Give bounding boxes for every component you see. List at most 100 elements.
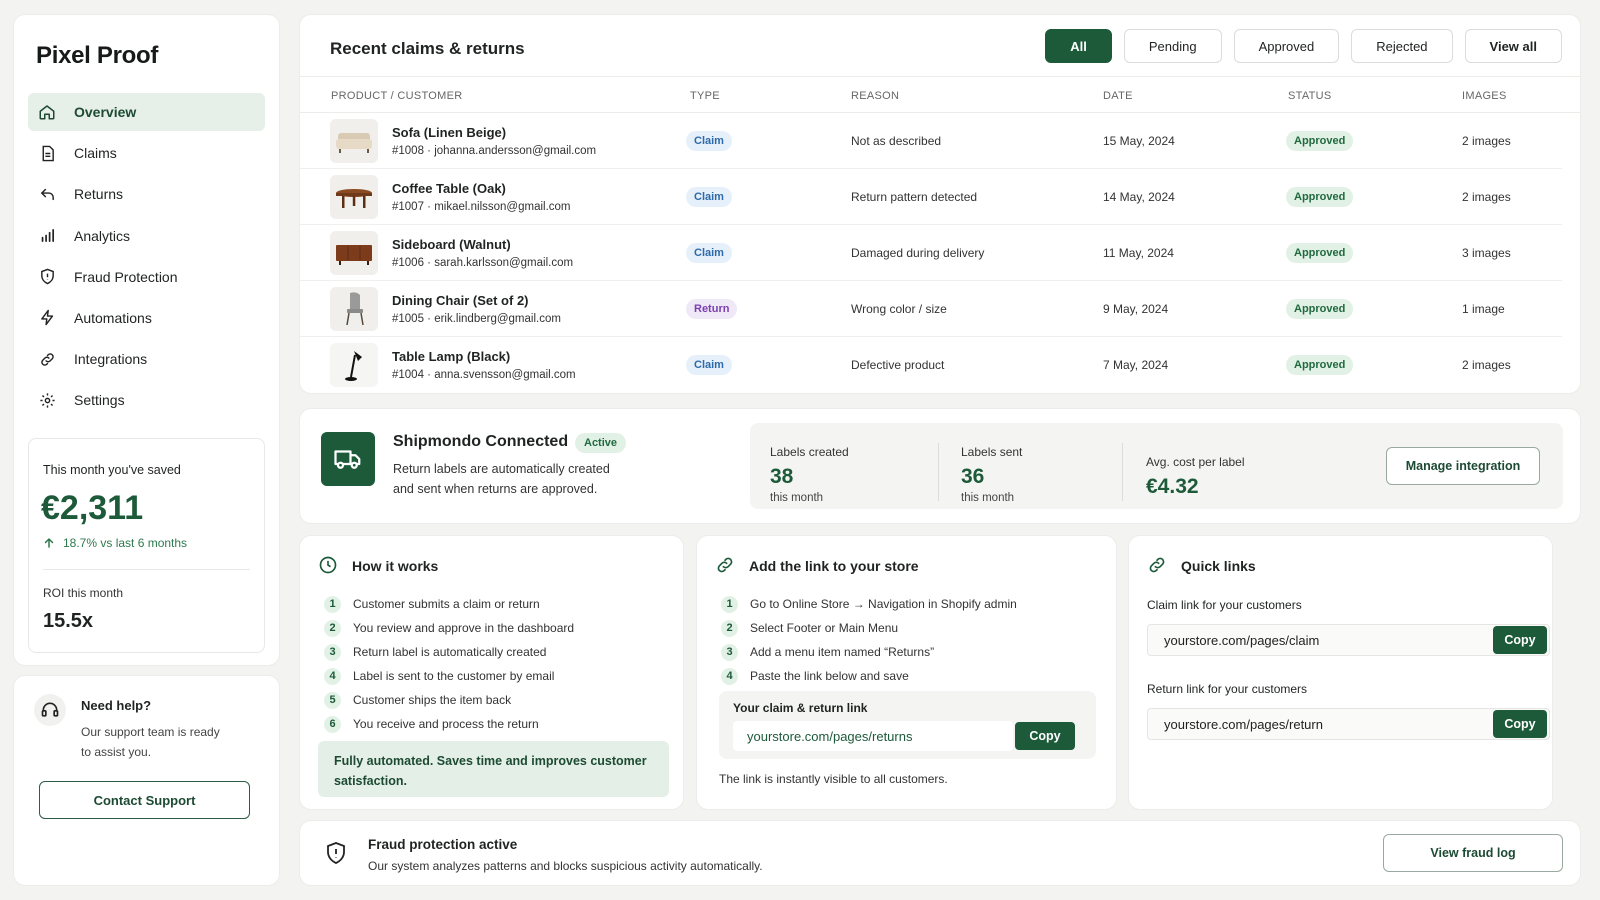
- filter-rejected-button[interactable]: Rejected: [1351, 29, 1453, 63]
- images-cell[interactable]: 2 images: [1462, 190, 1511, 204]
- step-number: 1: [721, 595, 738, 613]
- sidebar-item-claims[interactable]: Claims: [28, 134, 265, 172]
- product-name: Sideboard (Walnut): [392, 237, 511, 252]
- roi-value: 15.5x: [43, 610, 94, 632]
- product-name: Coffee Table (Oak): [392, 181, 506, 196]
- list-item: 6 You receive and process the return: [324, 712, 574, 736]
- table-row[interactable]: Dining Chair (Set of 2) #1005 · erik.lin…: [300, 281, 1562, 337]
- link-icon: [715, 555, 735, 575]
- filter-all-button[interactable]: All: [1045, 29, 1112, 63]
- stat-label: Labels sent: [961, 445, 1023, 459]
- stat-sub: this month: [961, 492, 1015, 504]
- link-icon: [38, 350, 56, 368]
- help-title: Need help?: [81, 698, 152, 713]
- step-number: 6: [324, 715, 341, 733]
- home-icon: [38, 103, 56, 121]
- sidebar-item-integrations[interactable]: Integrations: [28, 340, 265, 378]
- type-badge: Claim: [686, 243, 732, 263]
- table-row[interactable]: Table Lamp (Black) #1004 · anna.svensson…: [300, 337, 1562, 393]
- copy-claim-link-button[interactable]: Copy: [1493, 626, 1547, 654]
- view-fraud-log-button[interactable]: View fraud log: [1383, 834, 1563, 872]
- clock-icon: [318, 555, 338, 575]
- step-text: You receive and process the return: [353, 717, 539, 731]
- step-text: Go to Online Store → Navigation in Shopi…: [750, 597, 1017, 611]
- status-badge: Approved: [1286, 131, 1354, 151]
- step-text: Add a menu item named “Returns”: [750, 645, 935, 659]
- sidebar-item-label: Overview: [74, 104, 137, 120]
- gear-icon: [38, 391, 56, 409]
- contact-support-button[interactable]: Contact Support: [39, 781, 250, 819]
- reason-cell: Return pattern detected: [851, 190, 978, 204]
- date-cell: 15 May, 2024: [1103, 134, 1175, 148]
- product-thumbnail-sofa: [330, 119, 378, 163]
- step-number: 1: [324, 595, 341, 613]
- fraud-title: Fraud protection active: [368, 837, 518, 852]
- product-name: Table Lamp (Black): [392, 349, 511, 364]
- customer-info: #1007 · mikael.nilsson@gmail.com: [392, 201, 571, 213]
- lightning-icon: [38, 309, 56, 327]
- add-link-card: Add the link to your store 1 Go to Online…: [696, 535, 1117, 810]
- add-link-title: Add the link to your store: [749, 558, 919, 574]
- table-row[interactable]: Sofa (Linen Beige) #1008 · johanna.ander…: [300, 113, 1562, 169]
- manage-integration-button[interactable]: Manage integration: [1386, 447, 1540, 485]
- roi-label: ROI this month: [43, 586, 124, 600]
- table-row[interactable]: Coffee Table (Oak) #1007 · mikael.nilsso…: [300, 169, 1562, 225]
- sidebar-item-automations[interactable]: Automations: [28, 299, 265, 337]
- list-item: 2 Select Footer or Main Menu: [721, 616, 1017, 640]
- step-text: Customer ships the item back: [353, 693, 512, 707]
- document-icon: [38, 144, 56, 162]
- column-header-reason: Reason: [851, 90, 900, 102]
- date-cell: 14 May, 2024: [1103, 190, 1175, 204]
- claim-link-label: Claim link for your customers: [1147, 598, 1302, 612]
- return-link-field[interactable]: yourstore.com/pages/return: [1147, 708, 1550, 740]
- sidebar-item-analytics[interactable]: Analytics: [28, 217, 265, 255]
- step-number: 5: [324, 691, 341, 709]
- customer-info: #1006 · sarah.karlsson@gmail.com: [392, 257, 574, 269]
- copy-return-link-button[interactable]: Copy: [1493, 710, 1547, 738]
- list-item: 5 Customer ships the item back: [324, 688, 574, 712]
- claim-link-field[interactable]: yourstore.com/pages/claim: [1147, 624, 1550, 656]
- sidebar-item-returns[interactable]: Returns: [28, 175, 265, 213]
- images-cell[interactable]: 1 image: [1462, 302, 1505, 316]
- reason-cell: Defective product: [851, 358, 945, 372]
- type-badge: Claim: [686, 131, 732, 151]
- filter-approved-button[interactable]: Approved: [1233, 29, 1340, 63]
- product-thumbnail-coffee-table: [330, 175, 378, 219]
- store-link-field[interactable]: yourstore.com/pages/returns: [733, 721, 1013, 751]
- return-arrow-icon: [38, 185, 56, 203]
- how-it-works-title: How it works: [352, 558, 439, 574]
- shipmondo-stats: Labels created 38 this month Labels sent…: [750, 423, 1563, 509]
- date-cell: 9 May, 2024: [1103, 302, 1169, 316]
- images-cell[interactable]: 3 images: [1462, 246, 1511, 260]
- sidebar-item-settings[interactable]: Settings: [28, 381, 265, 419]
- column-header-type: Type: [690, 90, 720, 102]
- store-link-box: Your claim & return link yourstore.com/p…: [719, 691, 1096, 759]
- quick-links-card: Quick links Claim link for your customer…: [1128, 535, 1553, 810]
- link-note: The link is instantly visible to all cus…: [719, 772, 948, 786]
- quick-links-title: Quick links: [1181, 558, 1256, 574]
- sidebar-item-fraud-protection[interactable]: Fraud Protection: [28, 258, 265, 296]
- filter-pending-button[interactable]: Pending: [1123, 29, 1222, 63]
- product-thumbnail-table-lamp: [330, 343, 378, 387]
- reason-cell: Not as described: [851, 134, 942, 148]
- stat-label: Avg. cost per label: [1146, 455, 1245, 469]
- list-item: 3 Return label is automatically created: [324, 640, 574, 664]
- view-all-button[interactable]: View all: [1464, 29, 1562, 63]
- link-icon: [1147, 555, 1167, 575]
- claims-title: Recent claims & returns: [330, 39, 525, 58]
- table-row[interactable]: Sideboard (Walnut) #1006 · sarah.karlsso…: [300, 225, 1562, 281]
- step-number: 3: [721, 643, 738, 661]
- images-cell[interactable]: 2 images: [1462, 358, 1511, 372]
- app-logo: Pixel Proof: [36, 42, 159, 69]
- copy-store-link-button[interactable]: Copy: [1015, 722, 1075, 750]
- customer-info: #1008 · johanna.andersson@gmail.com: [392, 145, 597, 157]
- step-number: 4: [324, 667, 341, 685]
- sidebar: Pixel Proof Overview Claims Returns Anal…: [13, 14, 280, 666]
- savings-card: This month you've saved €2,311 18.7% vs …: [28, 438, 265, 653]
- add-link-steps: 1 Go to Online Store → Navigation in Shop…: [721, 592, 1017, 688]
- sidebar-nav: Overview Claims Returns Analytics Fraud …: [28, 93, 265, 423]
- shipmondo-title: Shipmondo Connected: [393, 433, 569, 450]
- help-text: Our support team is ready to assist you.: [81, 725, 220, 759]
- images-cell[interactable]: 2 images: [1462, 134, 1511, 148]
- sidebar-item-overview[interactable]: Overview: [28, 93, 265, 131]
